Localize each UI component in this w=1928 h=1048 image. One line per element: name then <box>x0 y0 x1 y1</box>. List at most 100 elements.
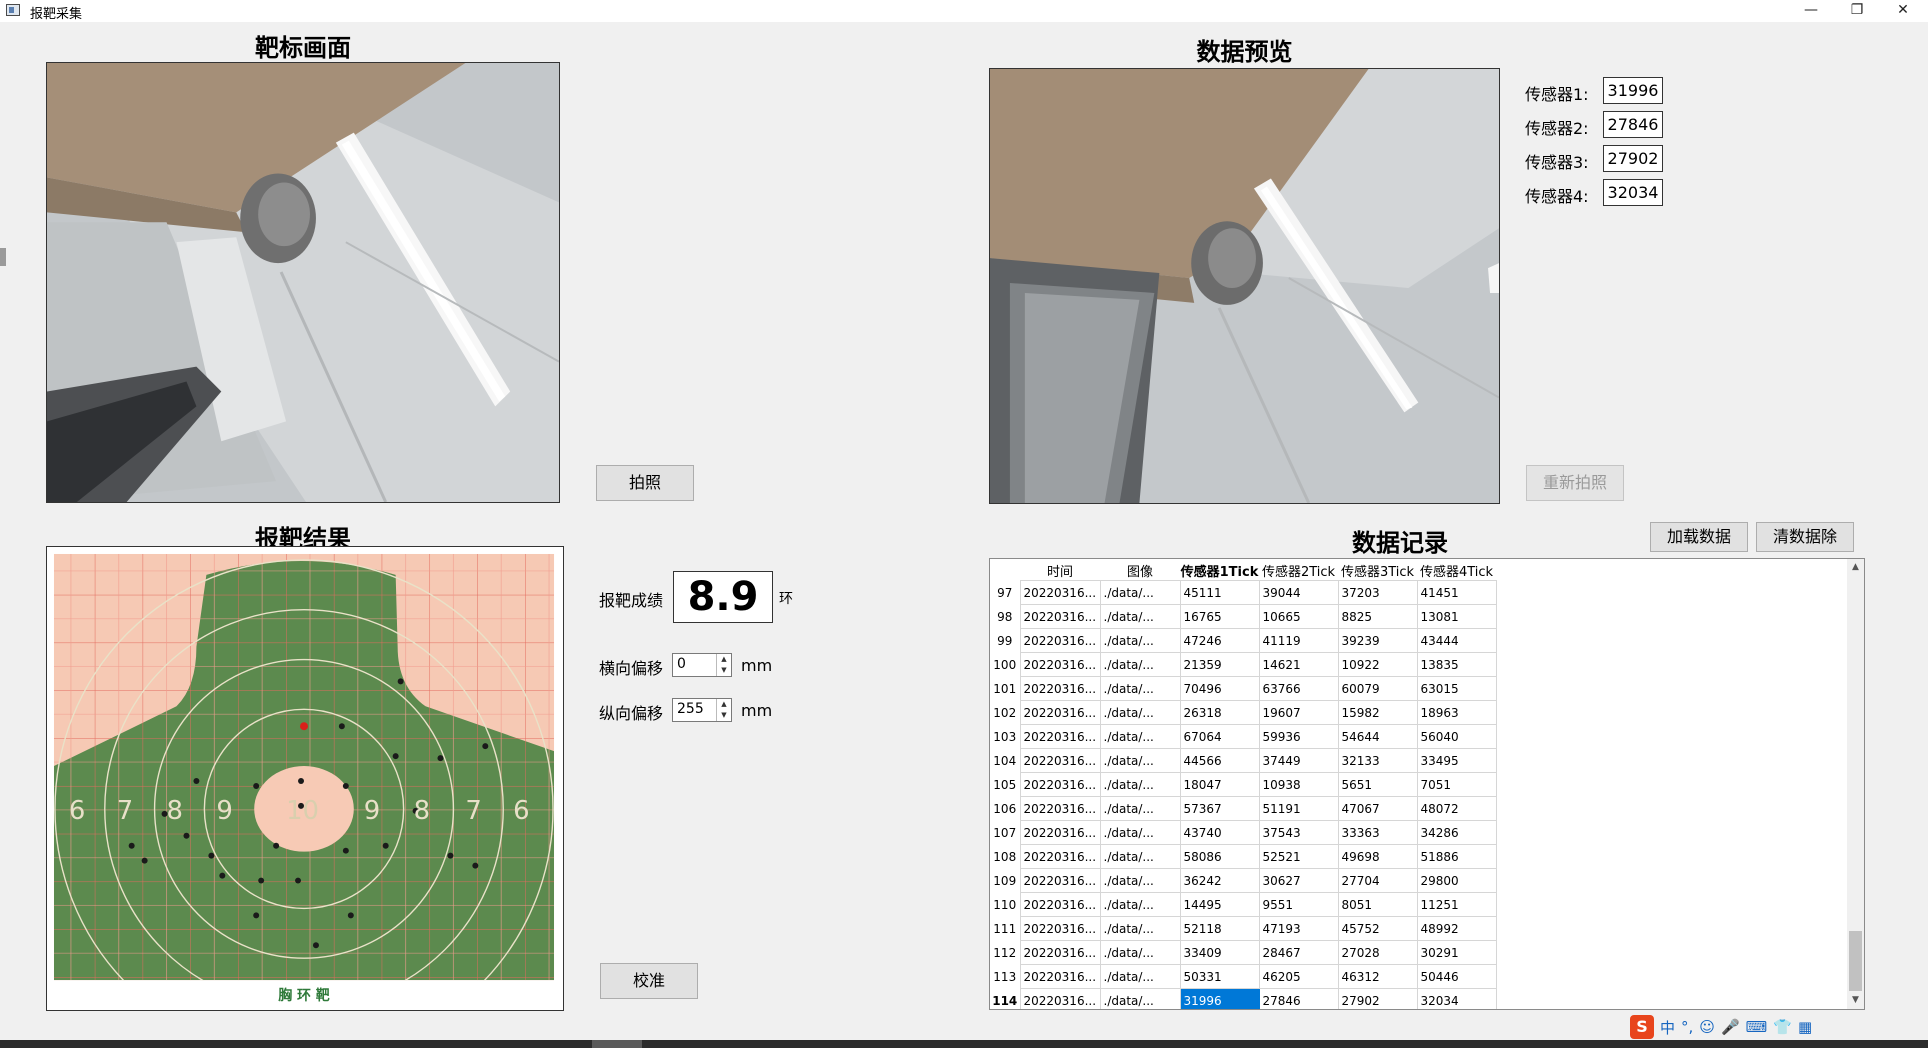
keyboard-icon[interactable]: ⌨ <box>1746 1018 1768 1036</box>
h-offset-spinbox[interactable]: 0 ▲ ▼ <box>672 653 732 677</box>
table-cell-s4[interactable]: 43444 <box>1416 628 1497 653</box>
row-number[interactable]: 110 <box>990 893 1020 917</box>
table-cell-s2[interactable]: 47193 <box>1258 916 1339 941</box>
table-cell-img[interactable]: ./data/... <box>1099 748 1181 773</box>
scroll-thumb[interactable] <box>1849 931 1862 991</box>
column-header-sensor3[interactable]: 传感器3Tick <box>1338 561 1417 581</box>
spin-down-icon[interactable]: ▼ <box>717 665 731 676</box>
table-cell-s2[interactable]: 37449 <box>1258 748 1339 773</box>
row-number[interactable]: 114 <box>990 989 1020 1010</box>
table-cell-s4[interactable]: 48072 <box>1416 796 1497 821</box>
table-cell-img[interactable]: ./data/... <box>1099 988 1181 1009</box>
table-cell-img[interactable]: ./data/... <box>1099 892 1181 917</box>
table-row[interactable]: 113 20220316... ./data/... 50331 46205 46312 5… <box>990 964 1497 989</box>
table-cell-s3[interactable]: 27902 <box>1337 988 1418 1009</box>
table-cell-s2[interactable]: 37543 <box>1258 820 1339 845</box>
table-cell-s2[interactable]: 14621 <box>1258 652 1339 677</box>
table-cell-s2[interactable]: 19607 <box>1258 700 1339 725</box>
row-number[interactable]: 103 <box>990 725 1020 749</box>
table-cell-s4[interactable]: 13835 <box>1416 652 1497 677</box>
table-cell-s4[interactable]: 56040 <box>1416 724 1497 749</box>
table-cell-s3[interactable]: 37203 <box>1337 580 1418 605</box>
table-cell-time[interactable]: 20220316... <box>1019 748 1101 773</box>
row-number[interactable]: 109 <box>990 869 1020 893</box>
table-cell-s4[interactable]: 63015 <box>1416 676 1497 701</box>
spin-up-icon[interactable]: ▲ <box>717 654 731 665</box>
table-cell-s1[interactable]: 21359 <box>1179 652 1260 677</box>
table-cell-time[interactable]: 20220316... <box>1019 652 1101 677</box>
minimize-button[interactable]: — <box>1788 0 1834 22</box>
table-cell-s1[interactable]: 18047 <box>1179 772 1260 797</box>
table-cell-img[interactable]: ./data/... <box>1099 676 1181 701</box>
records-table[interactable]: 时间 图像 传感器1Tick 传感器2Tick 传感器3Tick 传感器4Tic… <box>989 558 1865 1010</box>
table-cell-time[interactable]: 20220316... <box>1019 964 1101 989</box>
table-cell-s3[interactable]: 27028 <box>1337 940 1418 965</box>
table-cell-time[interactable]: 20220316... <box>1019 868 1101 893</box>
table-cell-time[interactable]: 20220316... <box>1019 724 1101 749</box>
table-cell-s3[interactable]: 54644 <box>1337 724 1418 749</box>
table-cell-s1[interactable]: 26318 <box>1179 700 1260 725</box>
calibrate-button[interactable]: 校准 <box>600 963 698 999</box>
table-cell-time[interactable]: 20220316... <box>1019 796 1101 821</box>
table-cell-img[interactable]: ./data/... <box>1099 916 1181 941</box>
row-number[interactable]: 102 <box>990 701 1020 725</box>
table-cell-s4[interactable]: 32034 <box>1416 988 1497 1009</box>
table-cell-s3[interactable]: 8051 <box>1337 892 1418 917</box>
table-cell-s1[interactable]: 50331 <box>1179 964 1260 989</box>
table-row[interactable]: 108 20220316... ./data/... 58086 52521 49698 5… <box>990 844 1497 869</box>
table-cell-s2[interactable]: 30627 <box>1258 868 1339 893</box>
spin-up-icon[interactable]: ▲ <box>717 699 731 710</box>
table-cell-img[interactable]: ./data/... <box>1099 796 1181 821</box>
table-cell-s3[interactable]: 8825 <box>1337 604 1418 629</box>
table-cell-s3[interactable]: 32133 <box>1337 748 1418 773</box>
table-cell-time[interactable]: 20220316... <box>1019 604 1101 629</box>
table-cell-s1[interactable]: 33409 <box>1179 940 1260 965</box>
row-number[interactable]: 105 <box>990 773 1020 797</box>
table-cell-time[interactable]: 20220316... <box>1019 772 1101 797</box>
table-cell-s2[interactable]: 10665 <box>1258 604 1339 629</box>
punctuation-icon[interactable]: °, <box>1681 1018 1693 1036</box>
scroll-up-icon[interactable]: ▲ <box>1847 559 1864 576</box>
table-row[interactable]: 110 20220316... ./data/... 14495 9551 8051 112… <box>990 892 1497 917</box>
table-cell-s1[interactable]: 43740 <box>1179 820 1260 845</box>
table-cell-s4[interactable]: 33495 <box>1416 748 1497 773</box>
table-cell-s2[interactable]: 46205 <box>1258 964 1339 989</box>
table-cell-s3[interactable]: 49698 <box>1337 844 1418 869</box>
row-number[interactable]: 98 <box>990 605 1020 629</box>
table-cell-s1[interactable]: 16765 <box>1179 604 1260 629</box>
table-cell-s2[interactable]: 10938 <box>1258 772 1339 797</box>
table-cell-s3[interactable]: 33363 <box>1337 820 1418 845</box>
table-cell-s4[interactable]: 51886 <box>1416 844 1497 869</box>
column-header-sensor1[interactable]: 传感器1Tick <box>1180 561 1259 581</box>
table-scrollbar[interactable]: ▲ ▼ <box>1847 559 1864 1009</box>
table-cell-img[interactable]: ./data/... <box>1099 964 1181 989</box>
column-header-sensor4[interactable]: 传感器4Tick <box>1417 561 1496 581</box>
table-cell-s4[interactable]: 7051 <box>1416 772 1497 797</box>
table-cell-img[interactable]: ./data/... <box>1099 628 1181 653</box>
table-cell-s1[interactable]: 36242 <box>1179 868 1260 893</box>
table-cell-time[interactable]: 20220316... <box>1019 844 1101 869</box>
table-cell-s2[interactable]: 52521 <box>1258 844 1339 869</box>
table-row[interactable]: 109 20220316... ./data/... 36242 30627 27704 2… <box>990 868 1497 893</box>
table-row[interactable]: 102 20220316... ./data/... 26318 19607 15982 1… <box>990 700 1497 725</box>
table-cell-s1[interactable]: 70496 <box>1179 676 1260 701</box>
table-cell-img[interactable]: ./data/... <box>1099 604 1181 629</box>
table-cell-s2[interactable]: 39044 <box>1258 580 1339 605</box>
table-row[interactable]: 99 20220316... ./data/... 47246 41119 39239 43… <box>990 628 1497 653</box>
table-cell-time[interactable]: 20220316... <box>1019 892 1101 917</box>
sogou-ime-icon[interactable]: S <box>1630 1015 1654 1039</box>
table-cell-img[interactable]: ./data/... <box>1099 724 1181 749</box>
retake-button[interactable]: 重新拍照 <box>1526 465 1624 501</box>
row-number[interactable]: 107 <box>990 821 1020 845</box>
row-number[interactable]: 108 <box>990 845 1020 869</box>
table-cell-s4[interactable]: 34286 <box>1416 820 1497 845</box>
table-cell-s1[interactable]: 47246 <box>1179 628 1260 653</box>
table-row[interactable]: 105 20220316... ./data/... 18047 10938 5651 70… <box>990 772 1497 797</box>
table-cell-s4[interactable]: 50446 <box>1416 964 1497 989</box>
table-cell-time[interactable]: 20220316... <box>1019 580 1101 605</box>
row-number[interactable]: 100 <box>990 653 1020 677</box>
table-row[interactable]: 106 20220316... ./data/... 57367 51191 47067 4… <box>990 796 1497 821</box>
table-row[interactable]: 103 20220316... ./data/... 67064 59936 54644 5… <box>990 724 1497 749</box>
microphone-icon[interactable]: 🎤 <box>1721 1018 1740 1036</box>
table-cell-s2[interactable]: 28467 <box>1258 940 1339 965</box>
